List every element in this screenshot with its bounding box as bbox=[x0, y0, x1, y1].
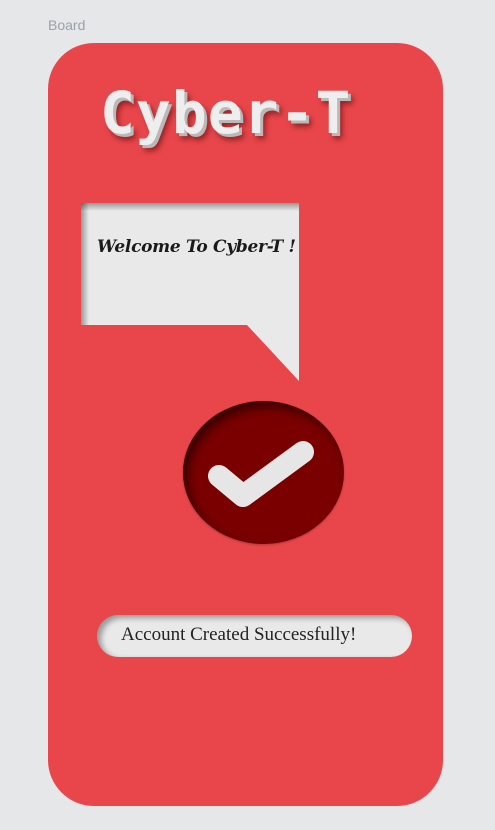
success-badge bbox=[183, 401, 344, 544]
status-message-pill: Account Created Successfully! bbox=[97, 615, 412, 657]
app-logo: Cyber-T bbox=[100, 83, 370, 143]
app-logo-text: Cyber-T bbox=[100, 79, 352, 147]
board-label: Board bbox=[48, 17, 86, 33]
status-message: Account Created Successfully! bbox=[121, 624, 357, 645]
checkmark-icon bbox=[208, 441, 314, 507]
welcome-speech-bubble: Welcome To Cyber-T ! bbox=[81, 203, 300, 381]
welcome-message: Welcome To Cyber-T ! bbox=[97, 237, 296, 257]
phone-frame: Cyber-T Welcome To Cyber-T ! Account Cre… bbox=[48, 43, 443, 806]
speech-bubble-shape bbox=[81, 203, 299, 381]
